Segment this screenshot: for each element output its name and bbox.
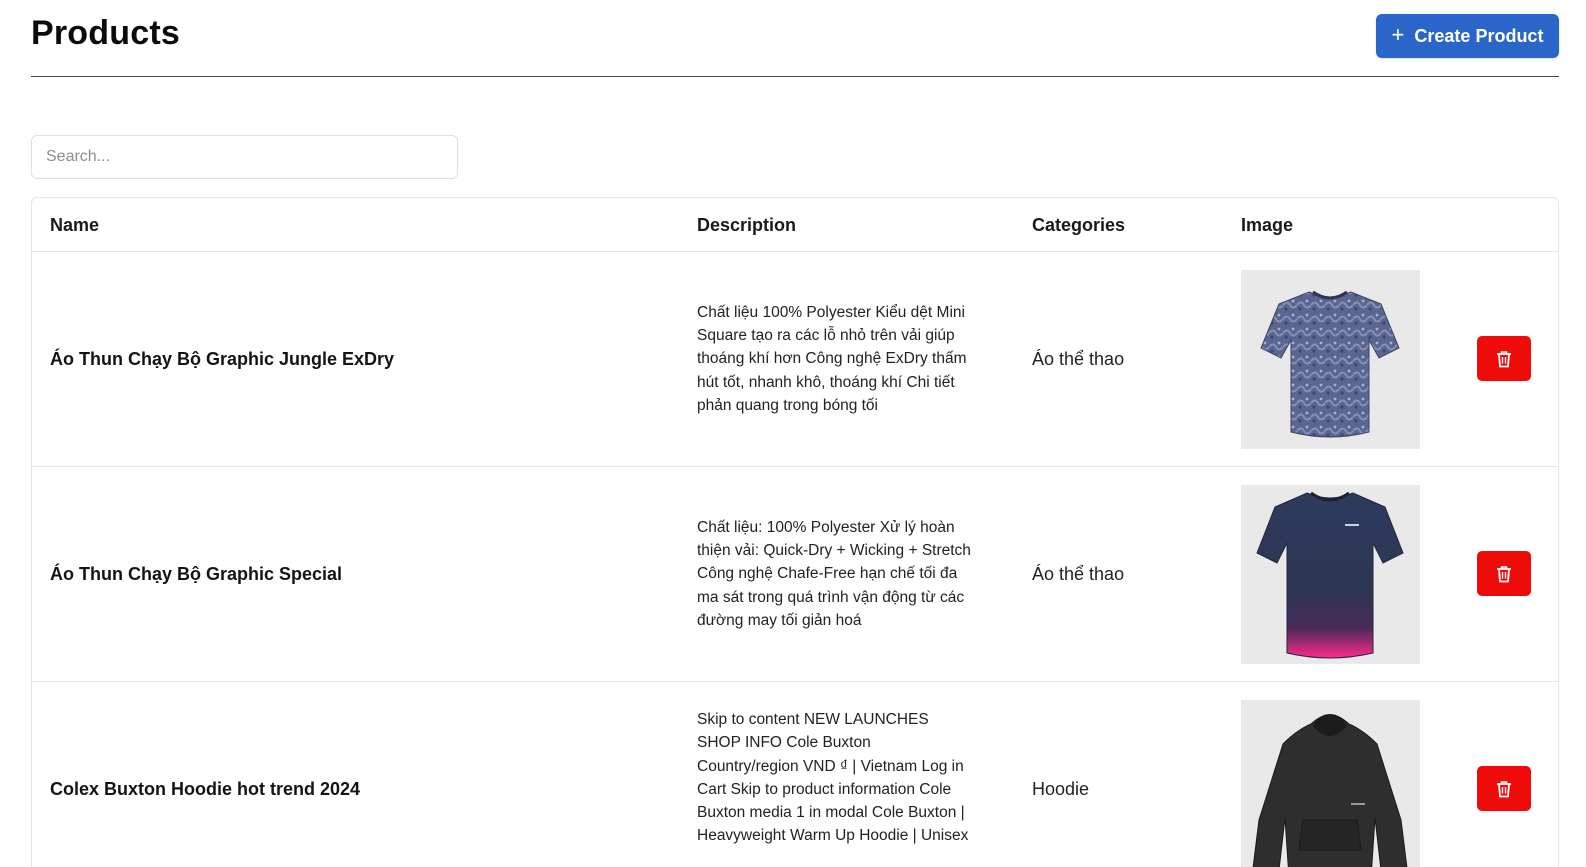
hoodie-image <box>1252 714 1408 867</box>
product-name: Áo Thun Chạy Bộ Graphic Special <box>50 563 343 584</box>
table-row[interactable]: Áo Thun Chạy Bộ Graphic Special Chất liệ… <box>32 467 1558 682</box>
product-image <box>1241 485 1420 664</box>
column-header-description: Description <box>697 215 797 235</box>
product-category: Hoodie <box>1032 778 1090 799</box>
trash-icon <box>1497 780 1511 797</box>
trash-icon <box>1497 350 1511 367</box>
product-description: Skip to content NEW LAUNCHES SHOP INFO C… <box>697 711 969 845</box>
table-row[interactable]: Colex Buxton Hoodie hot trend 2024 Skip … <box>32 682 1558 867</box>
page-title: Products <box>31 14 180 52</box>
product-category: Áo thể thao <box>1032 563 1125 584</box>
product-name: Áo Thun Chạy Bộ Graphic Jungle ExDry <box>50 348 395 369</box>
table-header: Name Description Categories Image <box>32 198 1558 252</box>
product-name: Colex Buxton Hoodie hot trend 2024 <box>50 778 361 799</box>
plus-icon: + <box>1391 22 1405 47</box>
tshirt-jungle-image <box>1260 290 1400 438</box>
product-image <box>1241 700 1420 867</box>
create-product-button[interactable]: + Create Product <box>1376 14 1559 58</box>
search-input[interactable] <box>31 135 458 179</box>
create-product-label: Create Product <box>1414 25 1544 46</box>
column-header-name: Name <box>50 215 100 235</box>
table-row[interactable]: Áo Thun Chạy Bộ Graphic Jungle ExDry Chấ… <box>32 252 1558 467</box>
product-description: Chất liệu 100% Polyester Kiểu dệt Mini S… <box>697 303 967 414</box>
column-header-image: Image <box>1241 215 1294 235</box>
delete-button[interactable] <box>1477 551 1531 596</box>
product-description: Chất liệu: 100% Polyester Xử lý hoàn thi… <box>697 518 971 629</box>
trash-icon <box>1497 565 1511 582</box>
header-divider <box>31 76 1559 77</box>
tshirt-special-image <box>1256 491 1404 659</box>
delete-button[interactable] <box>1477 336 1531 381</box>
product-image <box>1241 270 1420 449</box>
column-header-categories: Categories <box>1032 215 1126 235</box>
product-category: Áo thể thao <box>1032 348 1125 369</box>
delete-button[interactable] <box>1477 766 1531 811</box>
products-table: Name Description Categories Image Áo Thu… <box>31 197 1559 867</box>
